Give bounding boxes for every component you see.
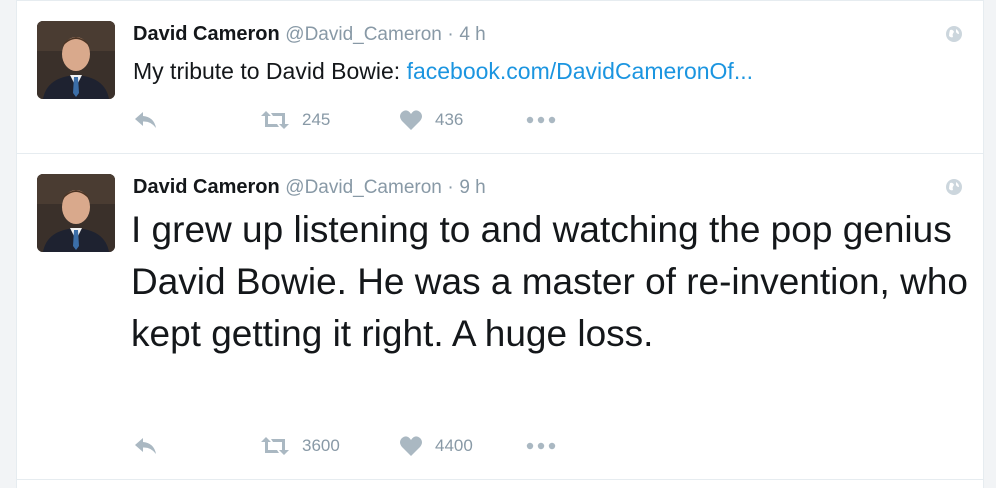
more-button[interactable] — [526, 431, 556, 461]
separator: · — [447, 24, 454, 45]
avatar-photo — [37, 174, 115, 252]
tweet-header: David Cameron @David_Cameron · 4 h — [133, 21, 486, 48]
more-button[interactable] — [526, 105, 556, 135]
more-icon — [526, 442, 556, 450]
timestamp[interactable]: 4 h — [459, 24, 485, 45]
more-icon — [526, 116, 556, 124]
retweet-count: 245 — [302, 110, 331, 129]
avatar[interactable] — [37, 21, 115, 99]
author-name[interactable]: David Cameron — [133, 176, 280, 198]
retweet-count: 3600 — [302, 436, 340, 455]
heart-icon — [400, 436, 422, 456]
reply-icon — [135, 112, 156, 128]
retweet-icon — [261, 437, 289, 455]
author-handle[interactable]: @David_Cameron — [285, 24, 442, 45]
reply-icon — [135, 438, 156, 454]
tweet-text-body: My tribute to David Bowie: — [133, 58, 407, 84]
like-count: 4400 — [435, 436, 473, 455]
tweet-text: I grew up listening to and watching the … — [131, 209, 968, 354]
like-count: 436 — [435, 110, 464, 129]
author-handle[interactable]: @David_Cameron — [285, 177, 442, 198]
retweet-button[interactable]: 245 — [260, 105, 330, 135]
avatar-photo — [37, 21, 115, 99]
avatar[interactable] — [37, 174, 115, 252]
timestamp[interactable]: 9 h — [459, 177, 485, 198]
timeline: David Cameron @David_Cameron · 4 h My tr… — [16, 0, 984, 488]
globe-icon[interactable] — [945, 178, 963, 196]
retweet-icon — [261, 111, 289, 129]
separator: · — [447, 177, 454, 198]
tweet-header: David Cameron @David_Cameron · 9 h — [133, 174, 486, 201]
heart-icon — [400, 110, 422, 130]
reply-button[interactable] — [133, 105, 159, 135]
reply-button[interactable] — [133, 431, 159, 461]
like-button[interactable]: 4400 — [399, 431, 473, 461]
tweet-link[interactable]: facebook.com/DavidCameronOf... — [407, 58, 753, 84]
retweet-button[interactable]: 3600 — [260, 431, 340, 461]
tweet-text: My tribute to David Bowie: facebook.com/… — [133, 55, 753, 87]
tweet[interactable]: David Cameron @David_Cameron · 9 h I gre… — [17, 153, 983, 480]
tweet[interactable]: David Cameron @David_Cameron · 4 h My tr… — [17, 0, 983, 154]
globe-icon[interactable] — [945, 25, 963, 43]
author-name[interactable]: David Cameron — [133, 23, 280, 45]
like-button[interactable]: 436 — [399, 105, 463, 135]
